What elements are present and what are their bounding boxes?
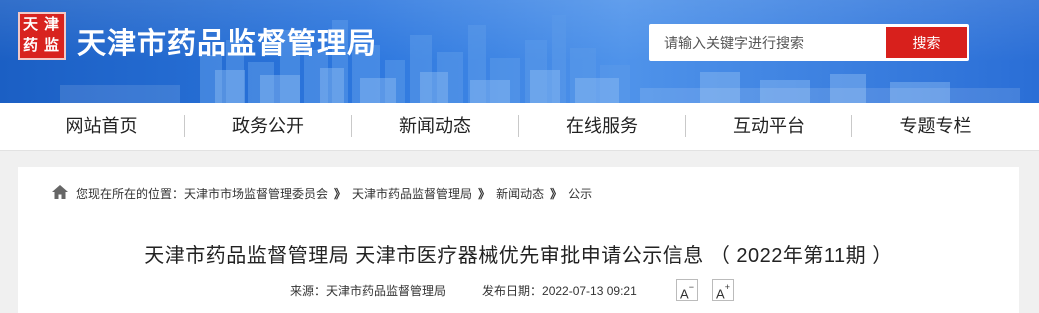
article-meta: 来源：天津市药品监督管理局 发布日期：2022-07-13 09:21	[290, 282, 637, 299]
header-banner: 天 津 药 监 天津市药品监督管理局 搜索	[0, 0, 1039, 103]
font-decrease-sign: −	[688, 282, 694, 292]
nav-item-online-services[interactable]: 在线服务	[519, 103, 685, 150]
article-panel: 您现在所在的位置：天津市市场监督管理委员会》天津市药品监督管理局》新闻动态》公示…	[18, 167, 1019, 313]
nav-item-news[interactable]: 新闻动态	[352, 103, 518, 150]
search-button[interactable]: 搜索	[886, 27, 967, 58]
article-source: 来源：天津市药品监督管理局	[290, 284, 447, 298]
main-nav: 网站首页 政务公开 新闻动态 在线服务 互动平台 专题专栏	[0, 103, 1039, 151]
breadcrumb-separator: 》	[478, 187, 491, 201]
breadcrumb-link[interactable]: 公示	[568, 185, 592, 202]
nav-item-special-topics[interactable]: 专题专栏	[852, 103, 1019, 150]
breadcrumb-link[interactable]: 新闻动态	[496, 185, 544, 202]
site-title[interactable]: 天津市药品监督管理局	[77, 20, 377, 62]
nav-item-government-affairs[interactable]: 政务公开	[185, 103, 351, 150]
logo-glyph: 津	[44, 15, 60, 33]
font-increase-letter: A	[716, 286, 725, 302]
site-logo[interactable]: 天 津 药 监	[18, 12, 66, 60]
logo-glyph: 天	[23, 15, 39, 33]
home-icon	[52, 185, 68, 199]
font-increase-sign: +	[724, 282, 730, 292]
breadcrumb-link[interactable]: 天津市药品监督管理局	[352, 185, 472, 202]
publish-date: 发布日期：2022-07-13 09:21	[482, 284, 637, 298]
logo-glyph: 药	[23, 36, 39, 54]
nav-item-interaction[interactable]: 互动平台	[686, 103, 852, 150]
breadcrumb-link[interactable]: 天津市市场监督管理委员会	[184, 185, 328, 202]
breadcrumb-prefix: 您现在所在的位置：	[76, 187, 185, 201]
nav-item-home[interactable]: 网站首页	[18, 103, 185, 150]
breadcrumb-separator: 》	[550, 187, 563, 201]
font-increase-button[interactable]: A+	[712, 279, 734, 301]
logo-glyph: 监	[44, 36, 60, 54]
search-input[interactable]	[649, 24, 885, 61]
breadcrumb-text: 您现在所在的位置：天津市市场监督管理委员会》天津市药品监督管理局》新闻动态》公示	[76, 185, 592, 202]
article-title: 天津市药品监督管理局 天津市医疗器械优先审批申请公示信息 （ 2022年第11期…	[144, 245, 893, 267]
search-box: 搜索	[649, 24, 969, 61]
font-decrease-button[interactable]: A−	[676, 279, 698, 301]
breadcrumb-separator: 》	[334, 187, 347, 201]
font-decrease-letter: A	[680, 286, 689, 302]
